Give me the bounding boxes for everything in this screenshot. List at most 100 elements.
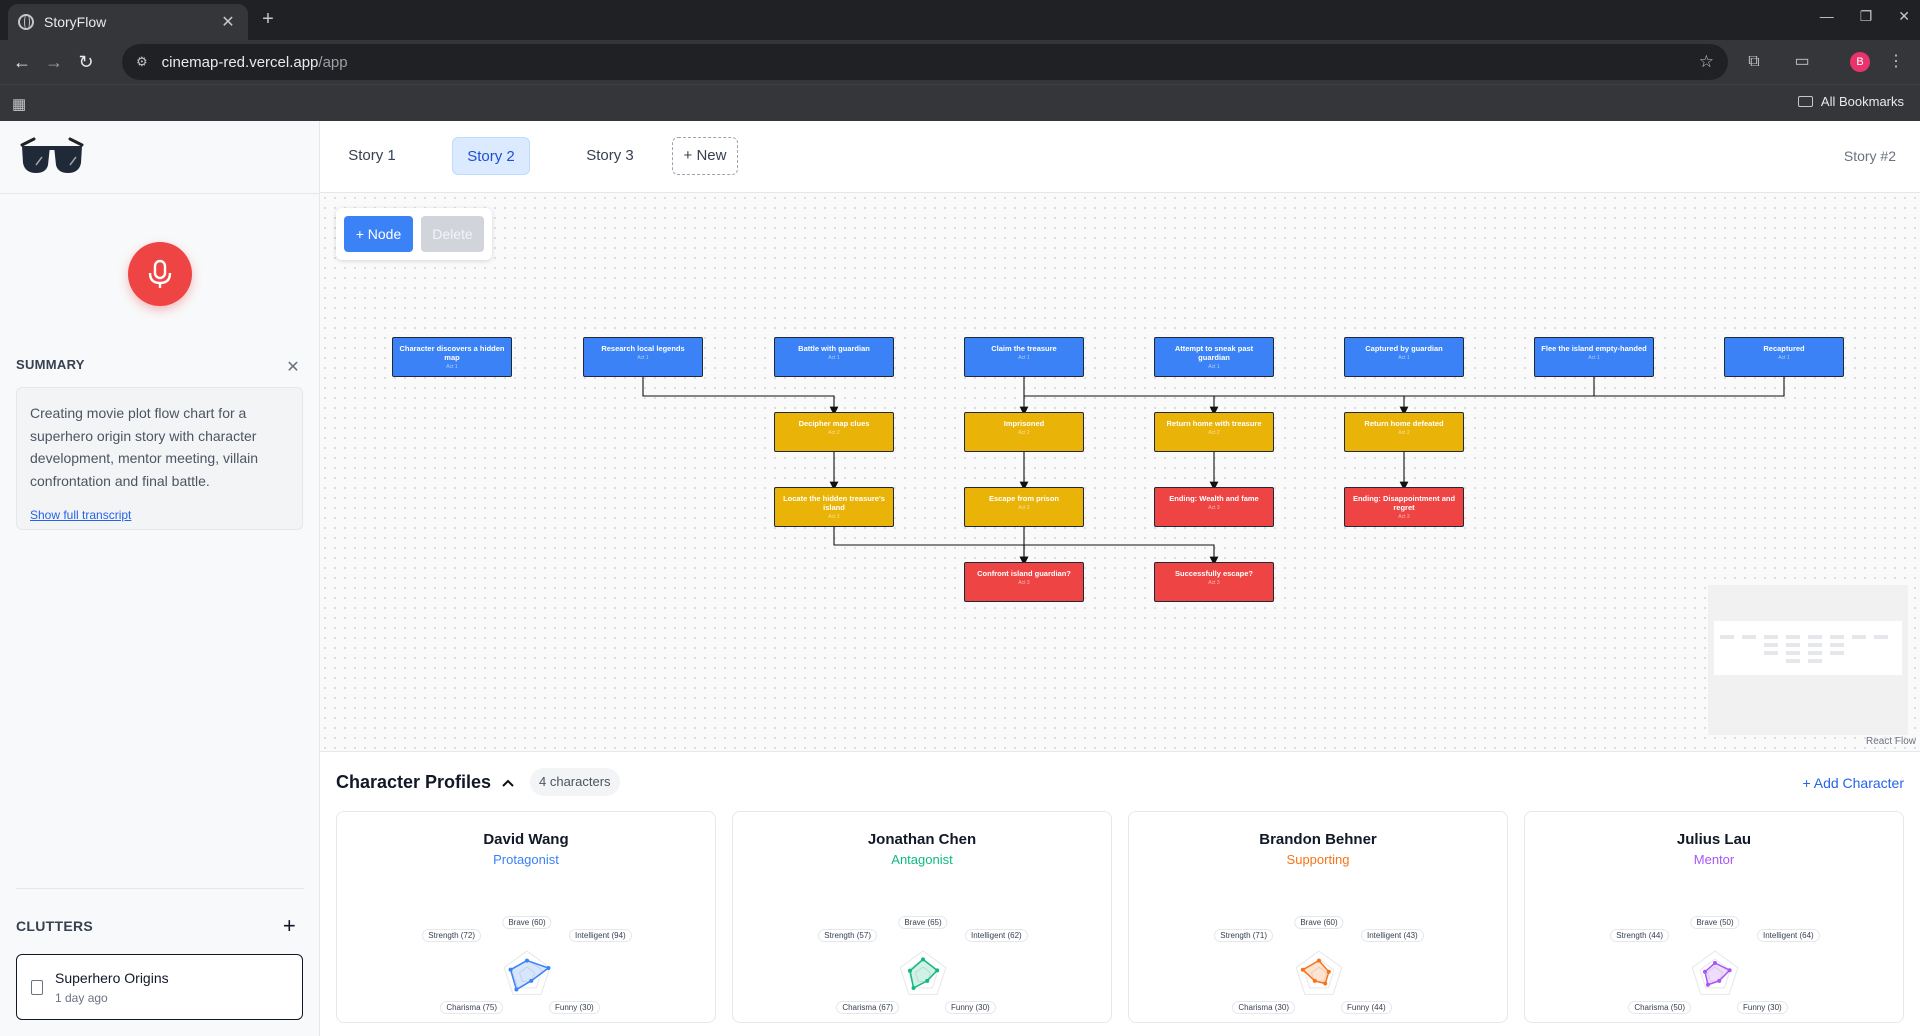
radar-point: [508, 967, 513, 972]
node-act: Act 2: [828, 514, 840, 520]
tab-story-2[interactable]: Story 2: [452, 137, 530, 175]
node-act: Act 2: [1208, 430, 1220, 436]
globe-icon: [18, 14, 34, 30]
character-card[interactable]: Julius Lau Mentor Brave (50) Intelligent …: [1524, 811, 1904, 1023]
character-card[interactable]: Brandon Behner Supporting Brave (60) Inte…: [1128, 811, 1508, 1023]
close-window-icon[interactable]: ✕: [1898, 8, 1910, 25]
flow-node[interactable]: Imprisoned Act 2: [964, 412, 1084, 452]
back-icon[interactable]: ←: [10, 50, 34, 74]
flow-node[interactable]: Ending: Disappointment and regret Act 3: [1344, 487, 1464, 527]
character-profiles-toggle[interactable]: Character Profiles: [336, 772, 515, 793]
tab-bar: StoryFlow ✕ + — ❐ ✕: [0, 0, 1920, 40]
flow-node[interactable]: Battle with guardian Act 1: [774, 337, 894, 377]
node-title: Decipher map clues: [798, 419, 870, 428]
minimize-icon[interactable]: —: [1820, 8, 1834, 25]
cast-icon[interactable]: ▭: [1790, 50, 1814, 74]
stat-label: Brave (60): [502, 916, 552, 929]
bookmarks-bar: ▦ All Bookmarks: [0, 84, 1920, 121]
tab-story-3[interactable]: Story 3: [574, 137, 646, 175]
stat-label: Strength (57): [818, 929, 877, 942]
flow-node[interactable]: Confront island guardian? Act 3: [964, 562, 1084, 602]
summary-box: Creating movie plot flow chart for a sup…: [16, 387, 303, 530]
forward-icon[interactable]: →: [42, 50, 66, 74]
node-title: Attempt to sneak past guardian: [1174, 344, 1254, 362]
flow-node[interactable]: Ending: Wealth and fame Act 3: [1154, 487, 1274, 527]
node-title: Research local legends: [601, 344, 685, 353]
reload-icon[interactable]: ↻: [74, 50, 98, 74]
stat-label: Brave (60): [1294, 916, 1344, 929]
show-transcript-link[interactable]: Show full transcript: [30, 504, 289, 527]
stat-label: Intelligent (94): [569, 929, 632, 942]
node-act: Act 1: [1018, 355, 1030, 361]
close-tab-icon[interactable]: ✕: [218, 12, 238, 32]
profile-avatar[interactable]: B: [1850, 52, 1870, 72]
node-act: Act 2: [1018, 430, 1030, 436]
radar-point: [525, 958, 529, 963]
clutters-heading: CLUTTERS: [16, 918, 94, 934]
radar-chart: [1691, 950, 1739, 995]
radar-point: [1312, 978, 1317, 983]
tab-story-1[interactable]: Story 1: [336, 137, 408, 175]
flow-node[interactable]: Research local legends Act 1: [583, 337, 703, 377]
menu-icon[interactable]: ⋮: [1884, 50, 1908, 74]
browser-tab[interactable]: StoryFlow ✕: [8, 4, 248, 40]
flow-node[interactable]: Locate the hidden treasure's island Act 2: [774, 487, 894, 527]
node-act: Act 2: [1398, 430, 1410, 436]
apps-icon[interactable]: ▦: [12, 95, 26, 113]
flow-node[interactable]: Recaptured Act 1: [1724, 337, 1844, 377]
new-tab-button[interactable]: +: [256, 8, 280, 32]
node-act: Act 1: [446, 364, 458, 370]
flow-node[interactable]: Character discovers a hidden map Act 1: [392, 337, 512, 377]
flow-node[interactable]: Flee the island empty-handed Act 1: [1534, 337, 1654, 377]
radar-point: [514, 987, 519, 992]
node-title: Imprisoned: [1003, 419, 1045, 428]
flow-canvas[interactable]: + Node Delete Character discovers a hidd…: [320, 193, 1920, 751]
address-bar[interactable]: ⚙ cinemap-red.vercel.app/app ☆: [122, 44, 1728, 80]
chevron-up-icon: [502, 779, 514, 787]
stat-label: Strength (71): [1214, 929, 1273, 942]
add-character-button[interactable]: + Add Character: [1802, 775, 1904, 791]
flow-node[interactable]: Claim the treasure Act 1: [964, 337, 1084, 377]
node-title: Return home with treasure: [1166, 419, 1262, 428]
record-button[interactable]: [128, 242, 192, 306]
flow-node[interactable]: Return home with treasure Act 2: [1154, 412, 1274, 452]
character-card[interactable]: David Wang Protagonist Brave (60) Intelli…: [336, 811, 716, 1023]
extensions-icon[interactable]: ⧉: [1742, 50, 1766, 74]
radar-point: [1702, 969, 1707, 974]
flow-node[interactable]: Captured by guardian Act 1: [1344, 337, 1464, 377]
node-title: Battle with guardian: [798, 344, 870, 353]
character-name: Jonathan Chen: [867, 831, 977, 848]
site-settings-icon[interactable]: ⚙: [136, 54, 148, 70]
flow-node[interactable]: Escape from prison Act 2: [964, 487, 1084, 527]
radar-point: [925, 978, 930, 983]
character-profiles-section: Character Profiles 4 characters + Add Ch…: [320, 751, 1920, 1036]
radar-point: [907, 968, 912, 973]
flow-node[interactable]: Decipher map clues Act 2: [774, 412, 894, 452]
new-story-button[interactable]: + New: [672, 137, 738, 175]
node-act: Act 3: [1018, 580, 1030, 586]
all-bookmarks-button[interactable]: All Bookmarks: [1797, 94, 1904, 109]
add-node-button[interactable]: + Node: [344, 216, 413, 252]
minimap-viewport[interactable]: [1714, 621, 1902, 675]
radar-shape: [909, 958, 939, 990]
delete-node-button[interactable]: Delete: [420, 216, 484, 252]
flow-node[interactable]: Attempt to sneak past guardian Act 1: [1154, 337, 1274, 377]
stat-label: Brave (65): [898, 916, 948, 929]
stat-label: Charisma (75): [440, 1001, 503, 1014]
flow-node[interactable]: Successfully escape? Act 3: [1154, 562, 1274, 602]
close-icon[interactable]: ✕: [286, 357, 300, 377]
add-clutter-button[interactable]: +: [283, 913, 296, 939]
radar-point: [911, 986, 916, 991]
react-flow-attribution[interactable]: React Flow: [1866, 736, 1916, 747]
bookmark-star-icon[interactable]: ☆: [1699, 52, 1714, 72]
sunglasses-logo-icon[interactable]: [20, 137, 84, 182]
minimap[interactable]: [1708, 585, 1908, 735]
radar-chart: [1295, 950, 1343, 995]
clutter-item[interactable]: Superhero Origins 1 day ago: [16, 954, 303, 1020]
character-name: Brandon Behner: [1259, 831, 1377, 848]
node-title: Claim the treasure: [991, 344, 1057, 353]
node-act: Act 1: [637, 355, 649, 361]
flow-node[interactable]: Return home defeated Act 2: [1344, 412, 1464, 452]
restore-icon[interactable]: ❐: [1860, 8, 1873, 25]
character-card[interactable]: Jonathan Chen Antagonist Brave (65) Intel…: [732, 811, 1112, 1023]
